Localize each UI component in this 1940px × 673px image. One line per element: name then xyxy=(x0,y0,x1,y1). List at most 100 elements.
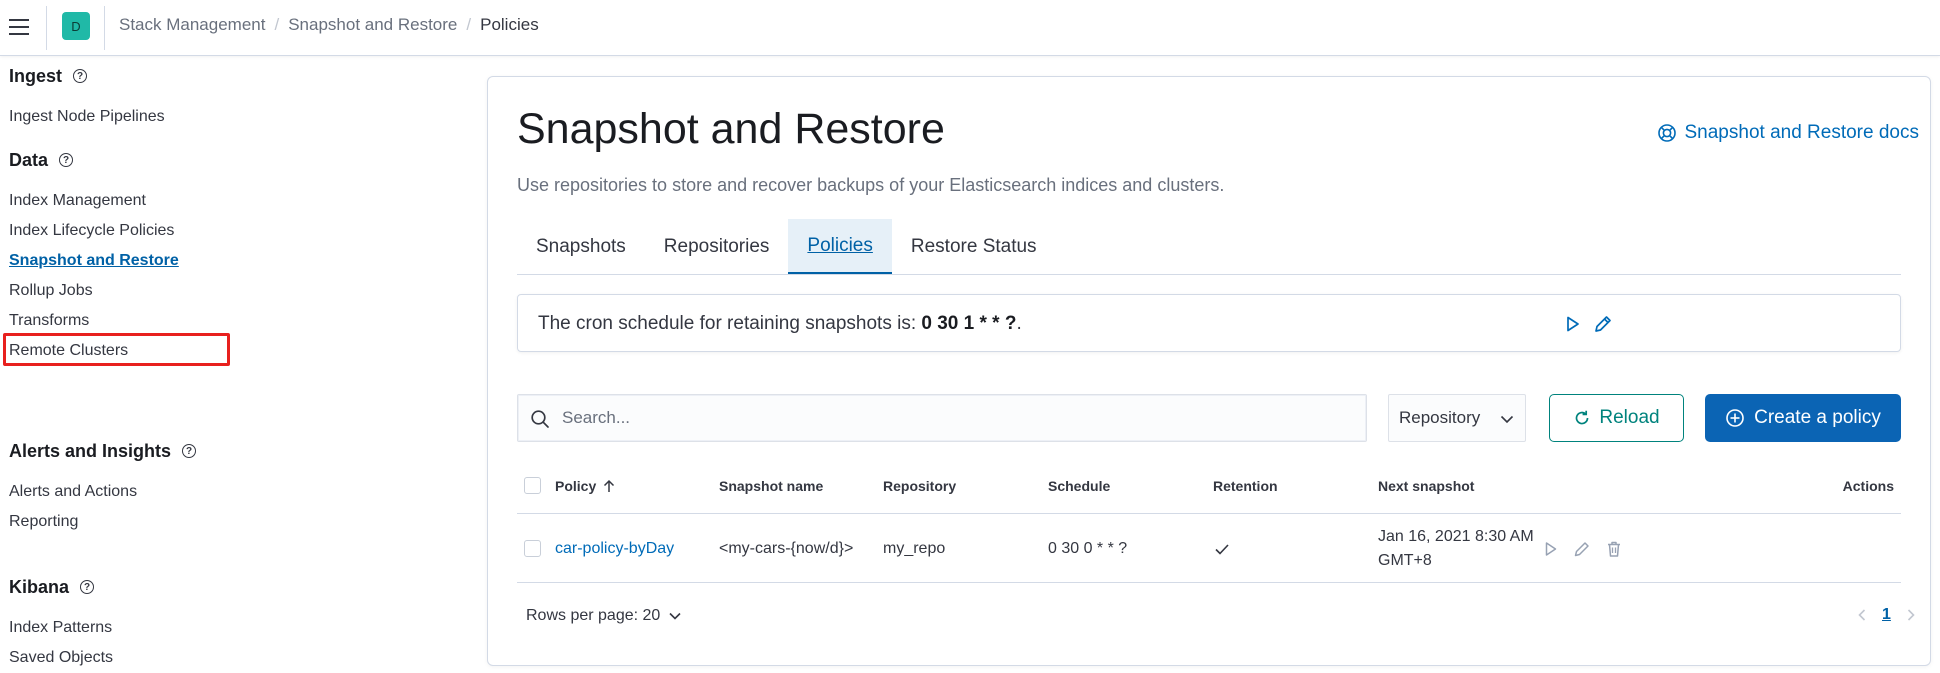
tab-restore-status[interactable]: Restore Status xyxy=(892,219,1056,274)
check-icon xyxy=(1215,543,1229,555)
sidebar-item-index-management[interactable]: Index Management xyxy=(9,186,179,216)
chevron-right-icon[interactable] xyxy=(1905,608,1917,622)
column-header-actions: Actions xyxy=(1842,477,1894,494)
refresh-icon xyxy=(1576,410,1589,425)
plus-circle-icon xyxy=(1726,409,1744,427)
help-icon[interactable]: ? xyxy=(80,580,95,594)
breadcrumb-separator: / xyxy=(466,15,472,34)
tab-snapshots[interactable]: Snapshots xyxy=(517,219,645,274)
main-panel: Snapshot and Restore Snapshot and Restor… xyxy=(487,76,1931,666)
sidebar-item-transforms[interactable]: Transforms xyxy=(9,306,179,336)
breadcrumb-snapshot-restore[interactable]: Snapshot and Restore xyxy=(288,15,457,35)
tab-repositories[interactable]: Repositories xyxy=(645,219,789,274)
sidebar: Ingest? Ingest Node Pipelines Data? Inde… xyxy=(0,57,470,668)
sidebar-item-ingest-node-pipelines[interactable]: Ingest Node Pipelines xyxy=(9,102,165,132)
top-header: D Stack Management / Snapshot and Restor… xyxy=(0,0,1940,56)
column-header-repository[interactable]: Repository xyxy=(883,457,956,514)
sidebar-item-snapshot-and-restore[interactable]: Snapshot and Restore xyxy=(9,246,179,276)
sidebar-heading: Ingest? xyxy=(9,65,165,87)
docs-link-label: Snapshot and Restore docs xyxy=(1684,122,1920,143)
sidebar-item-alerts-and-actions[interactable]: Alerts and Actions xyxy=(9,477,196,507)
delete-policy-icon[interactable] xyxy=(1604,539,1624,559)
breadcrumb-policies: Policies xyxy=(480,15,539,34)
sidebar-heading-label: Kibana xyxy=(9,576,70,597)
column-header-snapshot-name[interactable]: Snapshot name xyxy=(719,457,823,514)
schedule-cell: 0 30 0 * * ? xyxy=(1048,539,1128,557)
policy-name-link[interactable]: car-policy-byDay xyxy=(555,540,674,558)
lifebuoy-icon xyxy=(1657,124,1676,142)
sidebar-heading: Alerts and Insights? xyxy=(9,440,197,462)
run-policy-icon[interactable] xyxy=(1540,539,1560,559)
tab-bar: Snapshots Repositories Policies Restore … xyxy=(517,219,1901,275)
docs-link[interactable]: Snapshot and Restore docs xyxy=(1657,122,1920,144)
rows-per-page-selector[interactable]: Rows per page: 20 xyxy=(526,607,682,625)
run-retention-icon[interactable] xyxy=(1561,313,1583,335)
repository-cell: my_repo xyxy=(883,539,946,557)
row-checkbox[interactable] xyxy=(524,540,541,557)
highlight-box xyxy=(3,333,230,366)
column-header-retention[interactable]: Retention xyxy=(1213,457,1278,514)
next-snapshot-cell: Jan 16, 2021 8:30 AM GMT+8 xyxy=(1378,514,1534,583)
repository-filter[interactable]: Repository xyxy=(1388,394,1526,442)
cron-value: 0 30 1 * * ? xyxy=(921,313,1017,334)
sidebar-group-ingest: Ingest? Ingest Node Pipelines xyxy=(9,65,165,132)
tab-policies[interactable]: Policies xyxy=(788,219,892,274)
edit-policy-icon[interactable] xyxy=(1572,539,1592,559)
search-input[interactable] xyxy=(562,395,1352,441)
header-divider xyxy=(104,6,105,50)
select-all-checkbox[interactable] xyxy=(524,477,541,494)
sidebar-item-index-lifecycle-policies[interactable]: Index Lifecycle Policies xyxy=(9,216,179,246)
sort-ascending-icon xyxy=(604,479,615,492)
rows-per-page-label: Rows per page: 20 xyxy=(526,607,661,624)
chevron-left-icon[interactable] xyxy=(1856,608,1868,622)
column-header-schedule[interactable]: Schedule xyxy=(1048,457,1110,514)
sidebar-heading-label: Alerts and Insights xyxy=(9,440,172,461)
sidebar-heading-label: Data xyxy=(9,149,49,170)
sidebar-group-kibana: Kibana? Index Patterns Saved Objects xyxy=(9,576,113,673)
reload-label: Reload xyxy=(1599,407,1660,428)
sidebar-item-index-patterns[interactable]: Index Patterns xyxy=(9,613,113,643)
column-header-policy[interactable]: Policy xyxy=(555,457,616,514)
chevron-down-icon xyxy=(669,612,681,620)
sidebar-item-saved-objects[interactable]: Saved Objects xyxy=(9,643,113,673)
column-header-policy-label: Policy xyxy=(555,477,597,494)
create-policy-button[interactable]: Create a policy xyxy=(1705,394,1901,442)
page-description: Use repositories to store and recover ba… xyxy=(517,175,1225,195)
search-icon xyxy=(531,410,549,428)
sidebar-item-rollup-jobs[interactable]: Rollup Jobs xyxy=(9,276,179,306)
row-actions xyxy=(1540,514,1624,583)
create-policy-label: Create a policy xyxy=(1754,407,1881,428)
search-field[interactable] xyxy=(517,394,1367,442)
next-snapshot-datetime: Jan 16, 2021 8:30 AM xyxy=(1378,527,1534,545)
breadcrumb-stack-management[interactable]: Stack Management xyxy=(119,15,265,35)
sidebar-group-alerts-insights: Alerts and Insights? Alerts and Actions … xyxy=(9,440,197,537)
sidebar-heading: Kibana? xyxy=(9,576,113,598)
retention-schedule-callout: The cron schedule for retaining snapshot… xyxy=(517,294,1901,352)
page-number[interactable]: 1 xyxy=(1882,606,1891,624)
edit-retention-icon[interactable] xyxy=(1592,313,1614,335)
page-title: Snapshot and Restore xyxy=(517,105,945,153)
next-snapshot-timezone: GMT+8 xyxy=(1378,551,1432,569)
cron-suffix: . xyxy=(1016,313,1022,334)
table-row: car-policy-byDay <my-cars-{now/d}> my_re… xyxy=(517,514,1901,583)
cron-prefix: The cron schedule for retaining snapshot… xyxy=(538,313,922,334)
sidebar-item-reporting[interactable]: Reporting xyxy=(9,507,196,537)
reload-button[interactable]: Reload xyxy=(1549,394,1684,442)
help-icon[interactable]: ? xyxy=(182,444,197,458)
menu-icon[interactable] xyxy=(6,14,32,40)
sidebar-heading-label: Ingest xyxy=(9,65,63,86)
help-icon[interactable]: ? xyxy=(73,69,88,83)
space-avatar[interactable]: D xyxy=(62,12,90,40)
help-icon[interactable]: ? xyxy=(59,153,74,167)
repository-filter-label: Repository xyxy=(1399,408,1481,427)
breadcrumb: Stack Management / Snapshot and Restore … xyxy=(119,15,539,35)
policies-table: Policy Snapshot name Repository Schedule… xyxy=(517,457,1901,583)
sidebar-heading: Data? xyxy=(9,149,179,171)
retention-schedule-text: The cron schedule for retaining snapshot… xyxy=(538,313,1022,335)
column-header-next-snapshot[interactable]: Next snapshot xyxy=(1378,457,1474,514)
chevron-down-icon xyxy=(1500,415,1514,424)
snapshot-name-cell: <my-cars-{now/d}> xyxy=(719,539,854,557)
pagination: 1 xyxy=(1856,606,1917,624)
breadcrumb-separator: / xyxy=(274,15,280,34)
retention-cell xyxy=(1213,514,1231,583)
